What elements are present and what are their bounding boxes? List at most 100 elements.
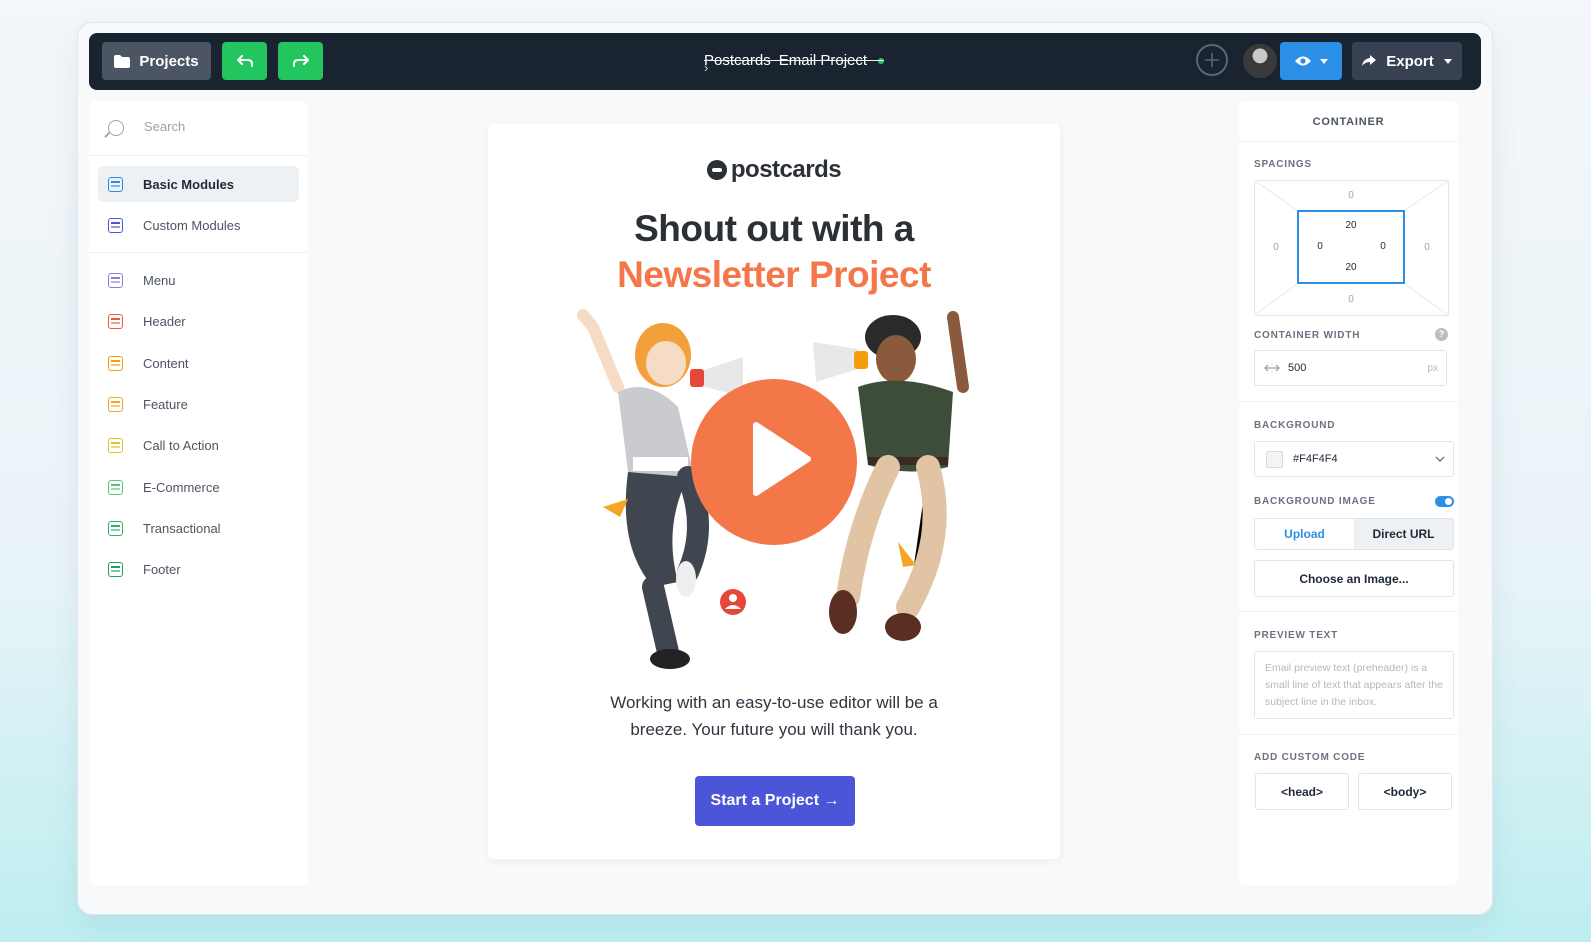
margin-top-input[interactable]: 0 [1341,190,1361,201]
sidebar-item-label: Feature [143,396,188,412]
tab-direct-url[interactable]: Direct URL [1354,519,1453,549]
search-input[interactable] [142,118,296,135]
top-toolbar: Projects Postcards › Email Project Expor… [89,33,1481,90]
tab-upload[interactable]: Upload [1255,519,1354,549]
cursor-left-icon [603,499,628,517]
start-project-button[interactable]: Start a Project → [695,776,855,826]
undo-button[interactable] [222,42,267,80]
sidebar-item-e-commerce[interactable]: E-Commerce [98,469,299,505]
spacing-editor: 0 0 0 0 20 0 0 20 [1254,180,1449,316]
section-divider [1239,611,1458,612]
sidebar-item-label: Content [143,355,189,371]
background-image-toggle[interactable] [1435,496,1454,507]
sidebar-item-content[interactable]: Content [98,345,299,381]
sidebar-item-label: Call to Action [143,437,219,453]
sidebar-item-transactional[interactable]: Transactional [98,510,299,546]
padding-right-input[interactable]: 0 [1373,241,1393,252]
redo-icon [292,55,309,67]
redo-button[interactable] [278,42,323,80]
feature-icon [108,396,123,412]
projects-label: Projects [139,52,199,70]
postcards-logo: postcards [488,156,1060,184]
margin-right-input[interactable]: 0 [1417,242,1437,253]
choose-image-button[interactable]: Choose an Image... [1254,560,1454,597]
caret-down-icon [1443,58,1452,64]
sidebar-item-custom-modules[interactable]: Custom Modules [98,207,299,243]
sidebar-item-menu[interactable]: Menu [98,262,299,298]
play-button[interactable] [691,379,857,545]
avatar[interactable] [1243,44,1277,78]
background-color-select[interactable]: #F4F4F4 [1254,441,1454,477]
sidebar-item-call-to-action[interactable]: Call to Action [98,427,299,463]
margin-left-input[interactable]: 0 [1266,242,1286,253]
megaphone-right [813,342,868,382]
panel-divider [1239,141,1458,142]
sidebar-search [89,101,308,156]
body-code-button[interactable]: <body> [1358,773,1452,810]
add-collaborator-button[interactable] [1196,44,1228,76]
padding-left-input[interactable]: 0 [1310,241,1330,252]
preview-text-input[interactable] [1254,651,1454,719]
margin-bottom-input[interactable]: 0 [1341,294,1361,305]
sidebar-divider [89,252,308,253]
resize-horizontal-icon [1264,364,1280,372]
panel-title: CONTAINER [1312,116,1385,128]
footer-icon [108,561,123,577]
container-width-input[interactable]: 500 px [1254,350,1447,386]
text-a-icon [108,176,123,192]
email-headline[interactable]: Shout out with a Newsletter Project [488,206,1060,298]
preview-text-label: PREVIEW TEXT [1254,630,1339,641]
folder-icon [114,54,131,68]
sidebar-item-label: E-Commerce [143,479,220,495]
menu-icon [108,272,123,288]
padding-top-input[interactable]: 20 [1341,220,1361,231]
export-button[interactable]: Export [1352,42,1462,80]
projects-button[interactable]: Projects [102,42,211,80]
container-width-unit: px [1427,362,1438,374]
padding-box: 20 0 0 20 [1297,210,1405,284]
sidebar-item-label: Custom Modules [143,217,241,233]
sidebar-item-header[interactable]: Header [98,303,299,339]
hero-illustration[interactable] [558,307,998,673]
email-body-text[interactable]: Working with an easy-to-use editor will … [588,689,960,743]
email-canvas[interactable]: postcards Shout out with a Newsletter Pr… [488,124,1060,859]
properties-panel: CONTAINER SPACINGS 0 0 0 0 20 0 0 20 CON… [1239,101,1458,885]
user-badge-icon [720,589,746,615]
sidebar-item-label: Basic Modules [143,176,235,192]
cursor-icon [108,437,123,453]
transactional-icon [108,520,123,536]
container-width-label: CONTAINER WIDTH [1254,330,1361,341]
color-swatch [1266,450,1283,468]
sidebar-item-footer[interactable]: Footer [98,551,299,587]
export-label: Export [1386,52,1434,70]
sidebar-item-feature[interactable]: Feature [98,386,299,422]
breadcrumb: Postcards › Email Project [704,52,885,75]
app-window: Projects Postcards › Email Project Expor… [78,23,1492,914]
eye-icon [1295,56,1311,66]
container-width-value: 500 [1288,362,1307,374]
left-character-figure [577,309,709,669]
headline-line-2: Newsletter Project [617,254,931,295]
sidebar-item-label: Transactional [143,520,221,536]
preview-button[interactable] [1280,42,1342,80]
background-image-label: BACKGROUND IMAGE [1254,496,1376,507]
caret-down-icon [1320,58,1328,64]
help-icon[interactable]: ? [1435,328,1448,341]
content-icon [108,355,123,371]
headline-line-1: Shout out with a [634,208,914,249]
cursor-right-icon [898,542,916,567]
background-color-value: #F4F4F4 [1293,453,1338,465]
background-label: BACKGROUND [1254,420,1336,431]
padding-bottom-input[interactable]: 20 [1341,262,1361,273]
puzzle-icon [108,217,123,233]
share-arrow-icon [1362,55,1377,66]
sidebar-item-label: Menu [143,272,176,288]
chevron-down-icon [1435,456,1445,462]
sidebar-item-basic-modules[interactable]: Basic Modules [98,166,299,202]
header-icon [108,313,123,329]
spacings-label: SPACINGS [1254,159,1312,170]
head-code-button[interactable]: <head> [1255,773,1349,810]
modules-sidebar: Basic Modules Custom Modules Menu Header… [89,101,308,885]
logo-text: postcards [730,156,842,183]
image-source-tabs: Upload Direct URL [1254,518,1454,550]
